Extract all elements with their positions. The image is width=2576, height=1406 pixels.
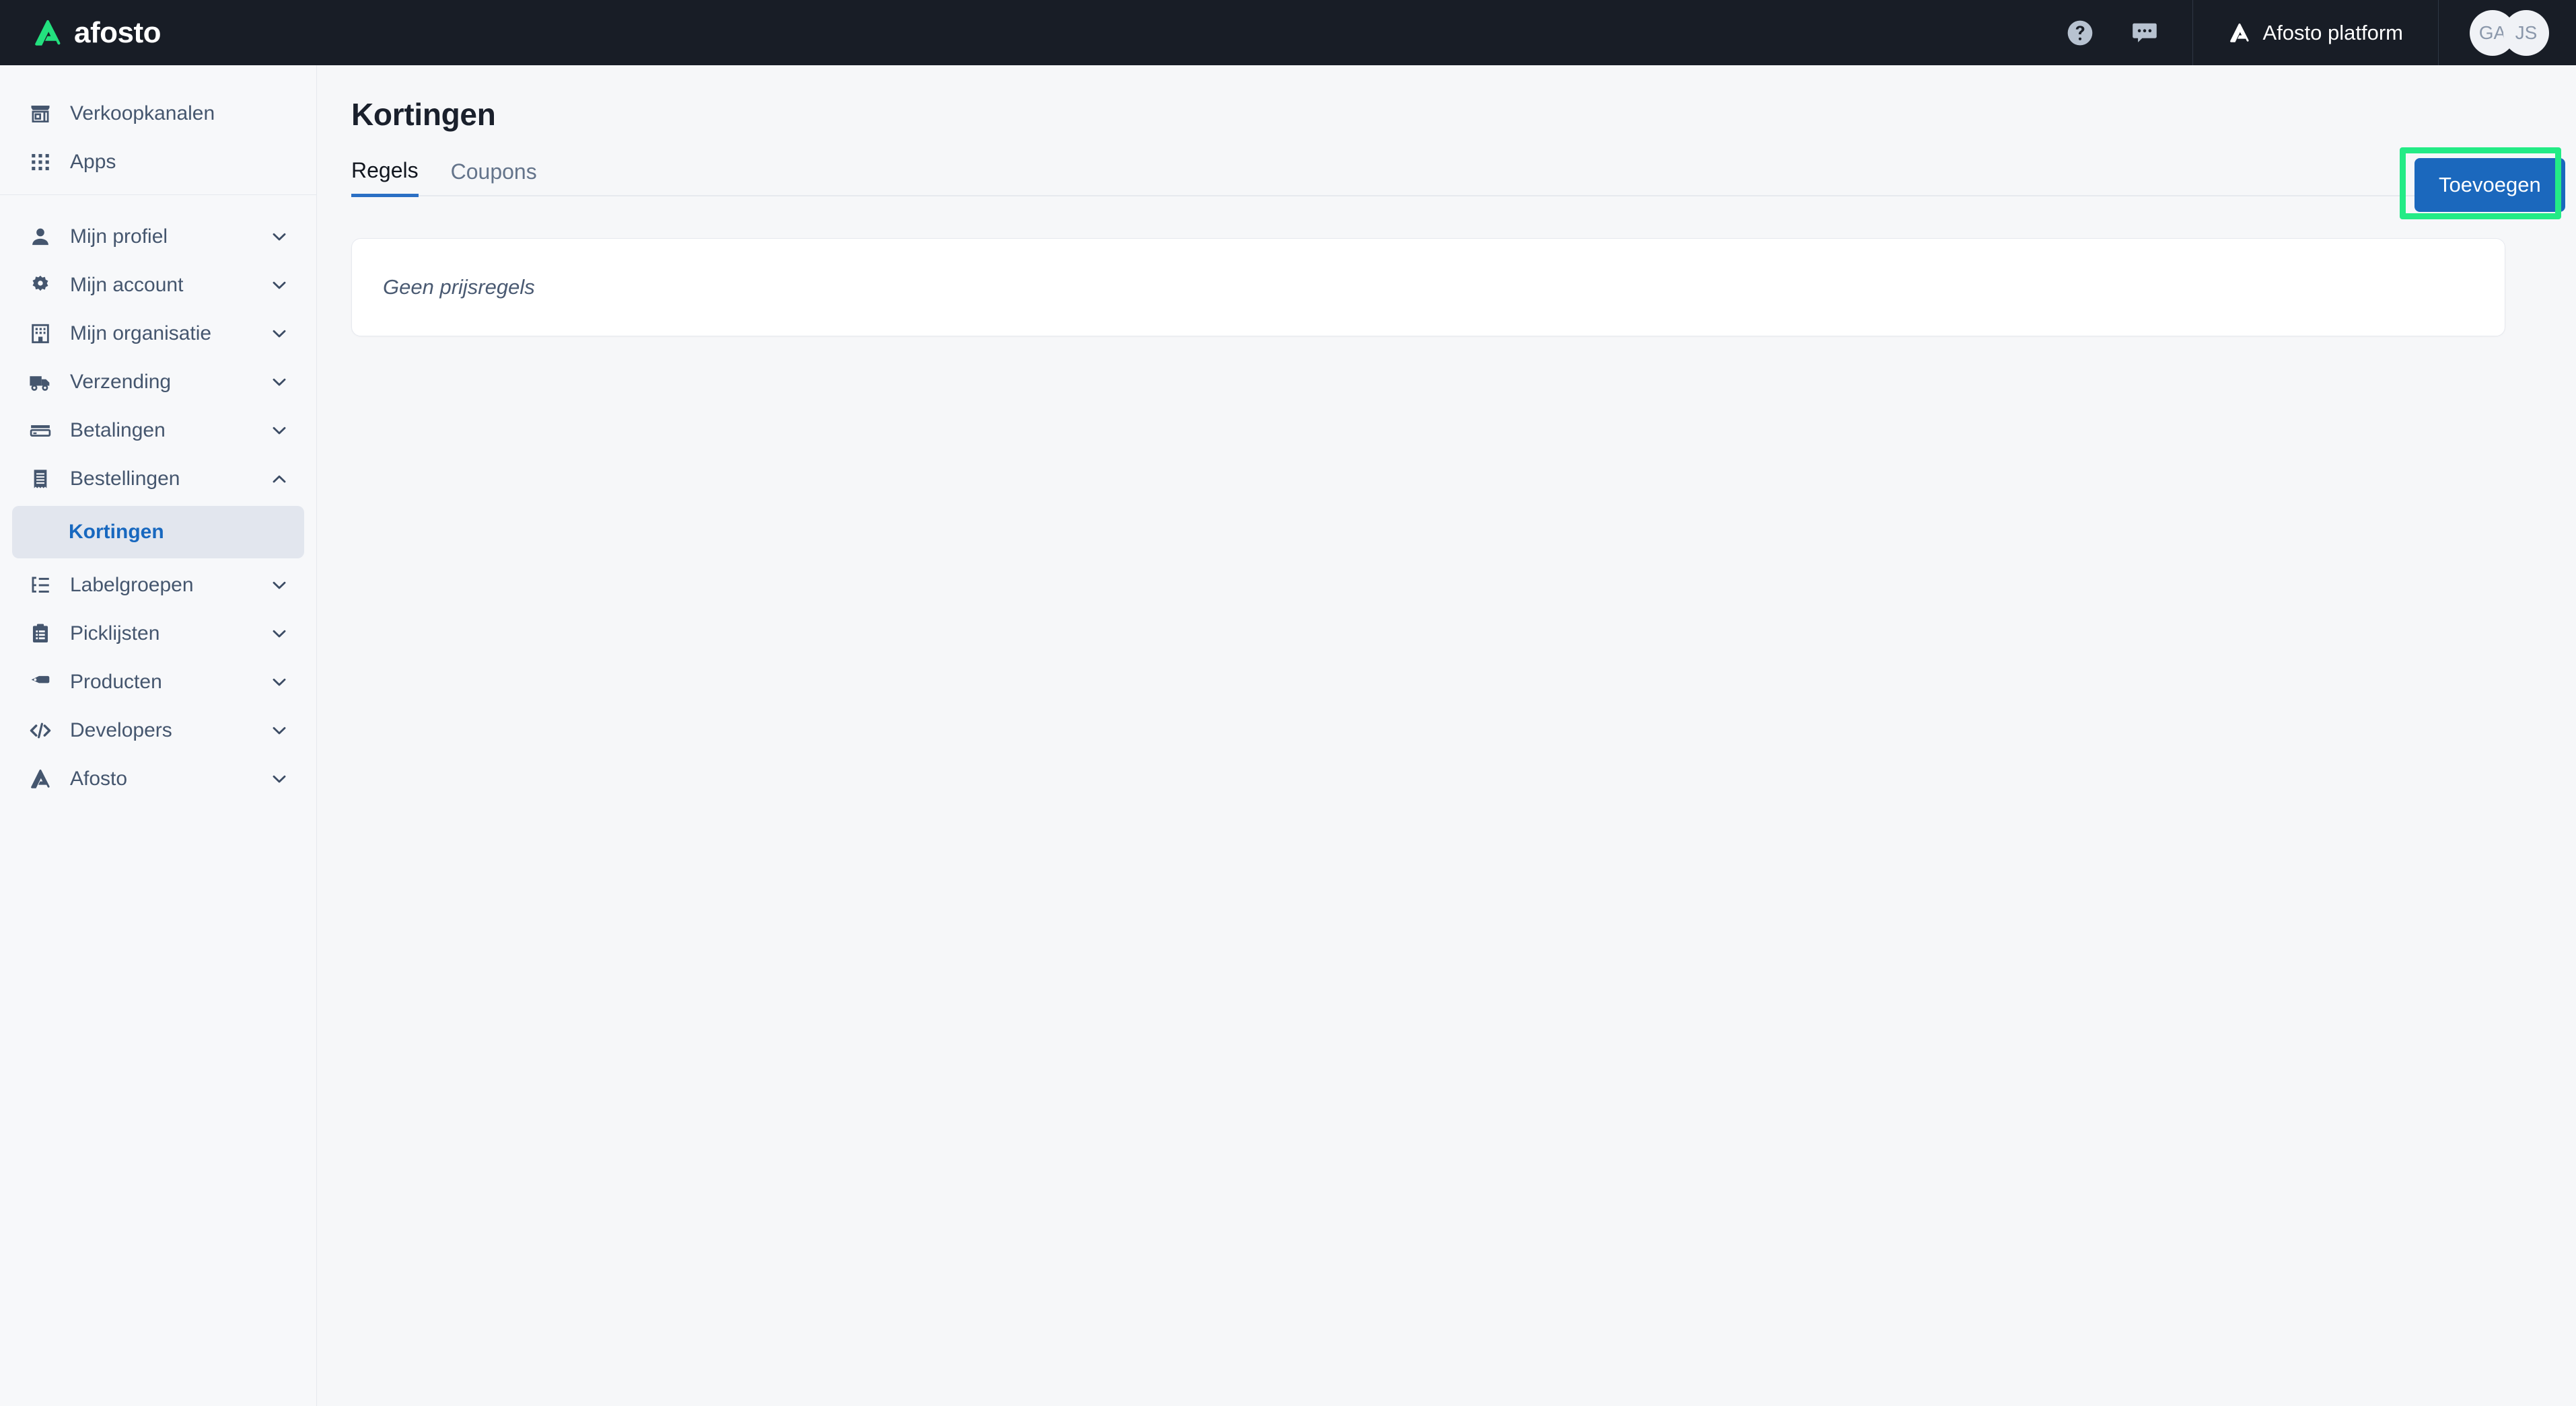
user-icon xyxy=(26,222,55,252)
sidebar-item-betalingen[interactable]: Betalingen xyxy=(0,406,316,455)
sidebar-item-apps[interactable]: Apps xyxy=(0,138,316,186)
main-content: Kortingen Regels Coupons Toevoegen Geen … xyxy=(318,65,2576,1406)
label-list-icon xyxy=(26,570,55,600)
avatar-group[interactable]: GA JS xyxy=(2439,9,2576,56)
brand-name: afosto xyxy=(74,15,162,49)
sidebar-item-label: Betalingen xyxy=(70,419,166,441)
receipt-icon xyxy=(26,464,55,494)
page-title: Kortingen xyxy=(351,97,496,132)
chevron-down-icon[interactable] xyxy=(268,322,291,345)
platform-label: Afosto platform xyxy=(2262,20,2403,44)
chevron-down-icon[interactable] xyxy=(268,671,291,694)
topbar-icon-group xyxy=(2065,17,2192,48)
topbar-right: Afosto platform GA JS xyxy=(2065,0,2576,65)
truck-icon xyxy=(26,367,55,397)
sidebar-item-mijn-profiel[interactable]: Mijn profiel xyxy=(0,213,316,261)
chevron-down-icon[interactable] xyxy=(268,419,291,442)
sidebar-item-label: Mijn organisatie xyxy=(70,322,212,344)
content-area: Geen prijsregels xyxy=(318,196,2576,336)
tab-coupons[interactable]: Coupons xyxy=(451,159,537,195)
sidebar-item-label: Afosto xyxy=(70,768,128,790)
sidebar-item-label: Mijn profiel xyxy=(70,225,168,248)
sidebar-item-label: Mijn account xyxy=(70,274,184,296)
sidebar-item-mijn-organisatie[interactable]: Mijn organisatie xyxy=(0,309,316,358)
afosto-triangle-icon xyxy=(26,764,55,794)
chevron-down-icon[interactable] xyxy=(268,622,291,645)
platform-selector[interactable]: Afosto platform xyxy=(2193,0,2438,65)
credit-card-icon xyxy=(26,416,55,445)
storefront-icon xyxy=(26,99,55,128)
sidebar-item-label: Verzending xyxy=(70,371,172,393)
chevron-down-icon[interactable] xyxy=(268,274,291,297)
grid-apps-icon xyxy=(26,147,55,177)
chevron-up-icon[interactable] xyxy=(268,468,291,490)
sidebar-item-labelgroepen[interactable]: Labelgroepen xyxy=(0,561,316,609)
chevron-down-icon[interactable] xyxy=(268,225,291,248)
gear-icon xyxy=(26,270,55,300)
chat-bubble-icon[interactable] xyxy=(2129,17,2160,48)
clipboard-icon xyxy=(26,619,55,649)
price-rules-card: Geen prijsregels xyxy=(351,238,2505,336)
sidebar-subitem-label: Kortingen xyxy=(69,521,164,543)
tab-regels[interactable]: Regels xyxy=(351,158,419,197)
sidebar-item-developers[interactable]: Developers xyxy=(0,706,316,755)
sidebar-item-label: Verkoopkanalen xyxy=(70,102,215,124)
sidebar-item-producten[interactable]: Producten xyxy=(0,658,316,706)
sidebar-item-kortingen[interactable]: Kortingen xyxy=(12,506,304,558)
sidebar-item-label: Developers xyxy=(70,719,172,741)
tag-icon xyxy=(26,667,55,697)
sidebar-item-verkoopkanalen[interactable]: Verkoopkanalen xyxy=(0,89,316,138)
sidebar-item-label: Apps xyxy=(70,151,116,173)
chevron-down-icon[interactable] xyxy=(268,719,291,742)
sidebar-item-afosto[interactable]: Afosto xyxy=(0,755,316,803)
sidebar-group-main: Mijn profiel Mijn account Mijn organisat… xyxy=(0,194,316,811)
sidebar-item-mijn-account[interactable]: Mijn account xyxy=(0,261,316,309)
sidebar-item-label: Picklijsten xyxy=(70,622,160,644)
brand[interactable]: afosto xyxy=(32,15,162,50)
sidebar-item-label: Labelgroepen xyxy=(70,574,194,596)
afosto-triangle-icon xyxy=(2228,22,2251,44)
chevron-down-icon[interactable] xyxy=(268,371,291,394)
afosto-triangle-logo-icon xyxy=(32,17,63,48)
tab-bar: Regels Coupons xyxy=(351,158,2545,197)
sidebar-item-verzending[interactable]: Verzending xyxy=(0,358,316,406)
building-icon xyxy=(26,319,55,348)
help-circle-icon[interactable] xyxy=(2065,17,2096,48)
code-icon xyxy=(26,716,55,745)
sidebar-group-top: Verkoopkanalen Apps xyxy=(0,81,316,194)
chevron-down-icon[interactable] xyxy=(268,768,291,790)
chevron-down-icon[interactable] xyxy=(268,574,291,597)
sidebar-item-label: Bestellingen xyxy=(70,468,180,490)
empty-state-text: Geen prijsregels xyxy=(383,275,535,299)
sidebar-item-bestellingen[interactable]: Bestellingen xyxy=(0,455,316,503)
sidebar: Verkoopkanalen Apps Mijn profiel Mijn ac… xyxy=(0,65,317,1406)
add-button[interactable]: Toevoegen xyxy=(2414,158,2565,212)
page-header: Kortingen Regels Coupons Toevoegen xyxy=(318,65,2576,219)
avatar[interactable]: JS xyxy=(2503,9,2549,56)
sidebar-item-label: Producten xyxy=(70,671,162,693)
top-bar: afosto Afosto platform GA JS xyxy=(0,0,2576,65)
sidebar-item-picklijsten[interactable]: Picklijsten xyxy=(0,609,316,658)
